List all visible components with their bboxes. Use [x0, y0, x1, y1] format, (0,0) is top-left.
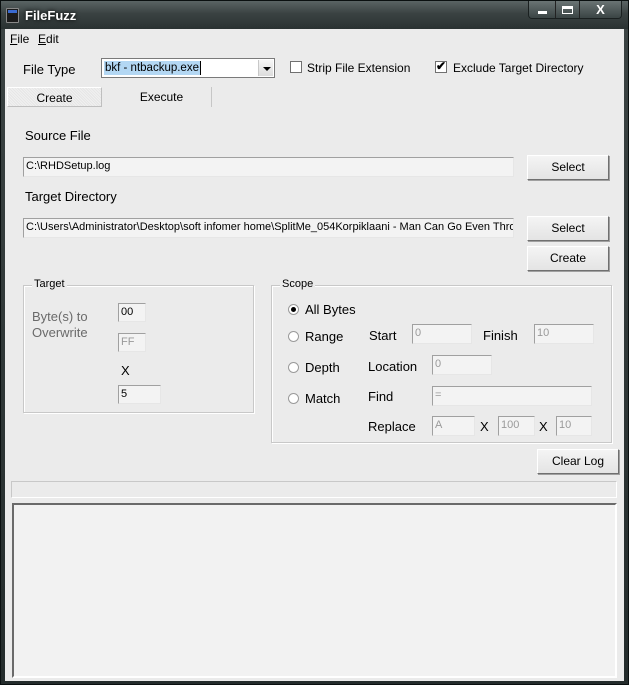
- target-directory-label: Target Directory: [25, 189, 117, 204]
- close-icon: X: [596, 2, 605, 17]
- radio-all-bytes[interactable]: [288, 304, 299, 315]
- menu-edit[interactable]: Edit: [38, 32, 59, 46]
- radio-depth[interactable]: [288, 362, 299, 373]
- strip-extension-checkbox[interactable]: [290, 61, 302, 73]
- replace-x2-label: X: [539, 419, 548, 434]
- file-type-label: File Type: [23, 62, 76, 77]
- exclude-target-label: Exclude Target Directory: [453, 61, 584, 75]
- maximize-icon: [562, 5, 573, 14]
- replace-repeat-input[interactable]: 10: [556, 416, 592, 436]
- radio-range[interactable]: [288, 331, 299, 342]
- menu-edit-label: dit: [46, 32, 59, 46]
- replace-x1-label: X: [480, 419, 489, 434]
- close-button[interactable]: X: [579, 1, 621, 18]
- menu-edit-accel: E: [38, 32, 47, 46]
- location-label: Location: [368, 359, 418, 374]
- byte-value-input[interactable]: 00: [118, 303, 146, 322]
- byte-value2-input[interactable]: FF: [118, 333, 146, 352]
- target-x-label: X: [121, 363, 130, 378]
- location-input[interactable]: 0: [432, 355, 492, 375]
- checkmark-icon: ✔: [436, 59, 447, 73]
- target-groupbox: Target Byte(s) to Overwrite 00 FF X 5: [23, 278, 254, 413]
- match-label: Match: [305, 391, 341, 406]
- clear-log-button[interactable]: Clear Log: [537, 449, 619, 474]
- strip-extension-label: Strip File Extension: [307, 61, 411, 75]
- bytes-label-line2: Overwrite: [32, 325, 88, 340]
- menu-file-label: ile: [17, 32, 30, 46]
- tab-execute[interactable]: Execute: [112, 87, 212, 107]
- find-label: Find: [368, 389, 394, 404]
- log-textarea[interactable]: [12, 503, 617, 678]
- start-input[interactable]: 0: [412, 324, 472, 344]
- exclude-target-checkbox[interactable]: ✔: [435, 59, 447, 73]
- scope-group-title: Scope: [280, 278, 316, 290]
- window-title: FileFuzz: [25, 8, 77, 23]
- filefuzz-window: FileFuzz X File Edit File Type bkf - ntb…: [0, 0, 629, 685]
- target-directory-input[interactable]: C:\Users\Administrator\Desktop\soft info…: [23, 218, 514, 238]
- target-create-button[interactable]: Create: [527, 246, 609, 271]
- replace-count-input[interactable]: 100: [498, 416, 535, 436]
- finish-label: Finish: [483, 328, 518, 343]
- chevron-down-icon[interactable]: [258, 60, 273, 76]
- menu-bar: File Edit: [5, 29, 624, 49]
- title-bar[interactable]: FileFuzz X: [1, 1, 628, 29]
- client-area: File Edit File Type bkf - ntbackup.exe S…: [5, 29, 624, 681]
- range-label: Range: [305, 329, 344, 344]
- depth-label: Depth: [305, 360, 340, 375]
- multiplier-input[interactable]: 5: [118, 385, 161, 404]
- scope-groupbox: Scope All Bytes Range Start 0 Finish 10 …: [271, 278, 612, 443]
- tab-create[interactable]: Create: [7, 87, 102, 107]
- target-select-button[interactable]: Select: [527, 216, 609, 241]
- source-file-label: Source File: [25, 128, 91, 143]
- file-type-value: bkf - ntbackup.exe: [104, 61, 201, 75]
- replace-label: Replace: [368, 419, 416, 434]
- find-input[interactable]: =: [432, 386, 592, 406]
- replace-input[interactable]: A: [432, 416, 475, 436]
- progress-bar: [11, 481, 617, 498]
- finish-input[interactable]: 10: [534, 324, 594, 344]
- start-label: Start: [369, 328, 397, 343]
- maximize-button[interactable]: [555, 1, 579, 18]
- all-bytes-label: All Bytes: [305, 302, 356, 317]
- file-type-dropdown[interactable]: bkf - ntbackup.exe: [101, 58, 275, 78]
- bytes-label-line1: Byte(s) to: [32, 309, 88, 324]
- source-select-button[interactable]: Select: [527, 155, 609, 180]
- minimize-button[interactable]: [529, 1, 555, 18]
- menu-file[interactable]: File: [10, 32, 29, 46]
- source-file-input[interactable]: C:\RHDSetup.log: [23, 157, 514, 177]
- radio-match[interactable]: [288, 393, 299, 404]
- caption-buttons: X: [528, 1, 622, 19]
- target-group-title: Target: [32, 278, 67, 290]
- minimize-icon: [537, 11, 547, 14]
- app-icon: [6, 8, 19, 23]
